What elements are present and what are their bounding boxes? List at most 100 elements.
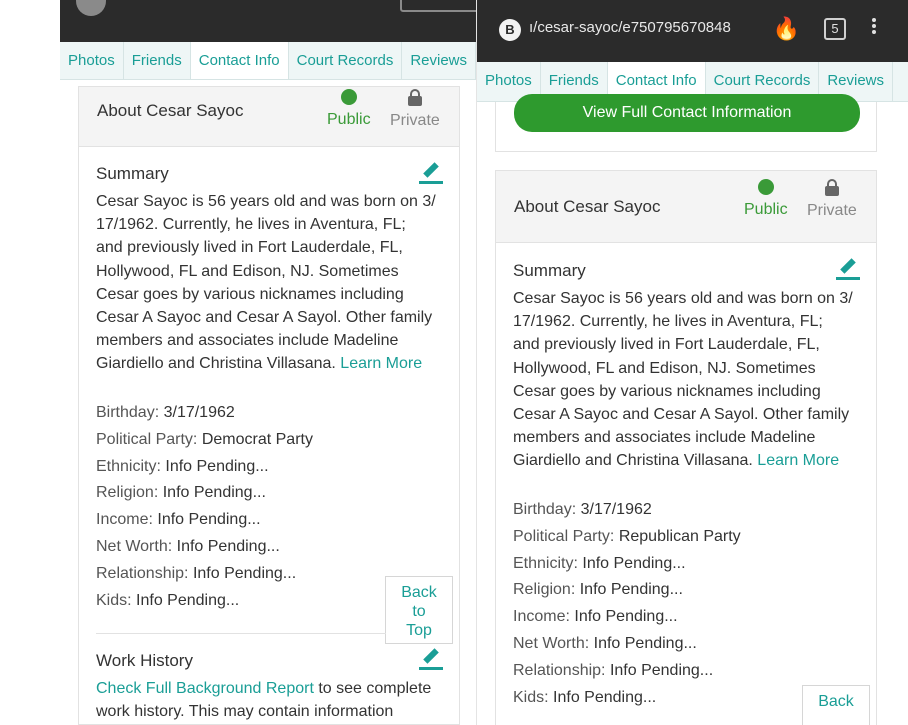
summary-line: Cesar A Sayoc and Cesar A Sayol. Other f… bbox=[513, 406, 850, 424]
summary-title: Summary bbox=[513, 261, 586, 280]
public-toggle[interactable]: Public bbox=[744, 179, 788, 219]
fact-label: Political Party: bbox=[513, 527, 615, 545]
summary-line: Cesar goes by various nicknames includin… bbox=[513, 382, 821, 400]
private-label: Private bbox=[390, 112, 440, 129]
globe-icon bbox=[327, 89, 371, 109]
fact-value: Info Pending... bbox=[192, 564, 297, 582]
public-toggle[interactable]: Public bbox=[327, 89, 371, 129]
summary-line: and previously lived in Fort Lauderdale,… bbox=[96, 239, 403, 257]
fact-row: Income: Info Pending... bbox=[513, 604, 741, 631]
tab-photos[interactable]: Photos bbox=[60, 42, 124, 79]
fact-label: Income: bbox=[96, 511, 153, 529]
view-contact-button[interactable]: View Full Contact Information bbox=[514, 94, 860, 132]
fact-value: Info Pending... bbox=[162, 484, 266, 502]
about-header: About Cesar Sayoc Public Private bbox=[496, 171, 876, 243]
lock-icon bbox=[390, 89, 440, 110]
fact-value: Info Pending... bbox=[582, 554, 686, 572]
tab-contact-info[interactable]: Contact Info bbox=[190, 42, 289, 79]
summary-line: Cesar Sayoc is 56 years old and was born… bbox=[513, 290, 853, 307]
fact-label: Religion: bbox=[96, 484, 159, 502]
tab-court-records[interactable]: Court Records bbox=[288, 42, 403, 79]
left-about-panel: About Cesar Sayoc Public Private Summary… bbox=[78, 86, 460, 725]
work-text: to see complete bbox=[313, 680, 432, 697]
summary-title: Summary bbox=[96, 164, 169, 183]
fact-row: Religion: Info Pending... bbox=[96, 480, 313, 507]
work-text-line2: work history. This may contain informati… bbox=[96, 703, 394, 721]
fact-row: Income: Info Pending... bbox=[96, 507, 313, 534]
back-to-top-button[interactable]: Back bbox=[802, 685, 870, 725]
fact-row: Birthday: 3/17/1962 bbox=[513, 497, 741, 524]
fact-label: Ethnicity: bbox=[96, 457, 161, 475]
url-text[interactable]: ı/cesar-sayoc/e750795670848 bbox=[529, 19, 731, 36]
private-toggle[interactable]: Private bbox=[807, 179, 857, 220]
tab-friends[interactable]: Friends bbox=[123, 42, 191, 79]
left-browser-toolbar bbox=[60, 0, 476, 42]
tab-reviews[interactable]: Reviews bbox=[402, 42, 476, 79]
fact-value: Info Pending... bbox=[157, 511, 261, 529]
learn-more-link[interactable]: Learn More bbox=[757, 452, 839, 469]
summary-line: Cesar goes by various nicknames includin… bbox=[96, 285, 404, 303]
fact-label: Kids: bbox=[96, 591, 132, 609]
fact-label: Relationship: bbox=[513, 661, 606, 679]
summary-text: Cesar Sayoc is 56 years old and was born… bbox=[96, 190, 456, 376]
left-screenshot: Photos Friends Contact Info Court Records Re… bbox=[0, 0, 476, 725]
fact-row: Net Worth: Info Pending... bbox=[96, 534, 313, 561]
fact-value: Democrat Party bbox=[201, 430, 313, 448]
private-toggle[interactable]: Private bbox=[390, 89, 440, 130]
fact-value: Republican Party bbox=[618, 527, 741, 545]
fact-label: Relationship: bbox=[96, 564, 189, 582]
facts-list: Birthday: 3/17/1962 Political Party: Demo… bbox=[96, 400, 313, 614]
fact-value: Info Pending... bbox=[579, 581, 683, 599]
tabs-icon[interactable]: 5 bbox=[824, 18, 846, 40]
fact-row: Birthday: 3/17/1962 bbox=[96, 400, 313, 427]
fact-value: Info Pending... bbox=[593, 634, 697, 652]
top-label: Top bbox=[406, 622, 432, 639]
pencil-icon[interactable] bbox=[419, 161, 443, 185]
brave-icon[interactable]: B bbox=[499, 19, 521, 41]
pencil-icon[interactable] bbox=[419, 647, 443, 671]
public-label: Public bbox=[744, 201, 788, 218]
fact-value: 3/17/1962 bbox=[163, 404, 235, 421]
fact-row: Religion: Info Pending... bbox=[513, 577, 741, 604]
summary-line: Giardiello and Christina Villasana. bbox=[96, 355, 336, 373]
fact-label: Net Worth: bbox=[96, 537, 173, 555]
fact-row: Relationship: Info Pending... bbox=[96, 561, 313, 588]
work-history-title: Work History bbox=[96, 651, 193, 670]
to-label: to bbox=[412, 603, 426, 620]
fact-label: Birthday: bbox=[96, 404, 160, 421]
work-history-text: Check Full Background Report to see comp… bbox=[96, 677, 456, 723]
summary-line: members and associates include Madeline bbox=[513, 429, 816, 447]
fact-row: Relationship: Info Pending... bbox=[513, 658, 741, 685]
fact-label: Religion: bbox=[513, 581, 576, 599]
fact-row: Kids: Info Pending... bbox=[96, 588, 313, 615]
divider bbox=[96, 633, 386, 634]
right-screenshot: B ı/cesar-sayoc/e750795670848 🔥 5 Photos… bbox=[476, 0, 908, 725]
fact-value: Info Pending... bbox=[136, 591, 240, 609]
menu-icon[interactable] bbox=[872, 16, 878, 36]
fact-row: Ethnicity: Info Pending... bbox=[513, 551, 741, 578]
summary-line: Cesar A Sayoc and Cesar A Sayol. Other f… bbox=[96, 309, 433, 327]
about-title: About Cesar Sayoc bbox=[97, 101, 244, 120]
summary-line: Hollywood, FL and Edison, NJ. Sometimes bbox=[96, 262, 399, 280]
fact-row: Kids: Info Pending... bbox=[513, 685, 741, 712]
fact-row: Ethnicity: Info Pending... bbox=[96, 454, 313, 481]
contact-panel: View Full Contact Information bbox=[495, 94, 877, 152]
fact-value: Info Pending... bbox=[553, 688, 657, 706]
fact-label: Ethnicity: bbox=[513, 554, 578, 572]
summary-text: Cesar Sayoc is 56 years old and was born… bbox=[513, 287, 875, 473]
learn-more-link[interactable]: Learn More bbox=[340, 355, 422, 372]
summary-line: 17/1962. Currently, he lives in Aventura… bbox=[96, 216, 406, 234]
fact-row: Political Party: Republican Party bbox=[513, 524, 741, 551]
fact-label: Political Party: bbox=[96, 430, 198, 448]
about-title: About Cesar Sayoc bbox=[514, 197, 661, 216]
right-about-panel: About Cesar Sayoc Public Private Summary… bbox=[495, 170, 877, 725]
full-report-link[interactable]: Check Full Background Report bbox=[96, 680, 314, 697]
summary-line: Cesar Sayoc is 56 years old and was born… bbox=[96, 193, 436, 210]
fact-value: Info Pending... bbox=[176, 537, 280, 555]
fact-label: Income: bbox=[513, 608, 570, 626]
summary-line: and previously lived in Fort Lauderdale,… bbox=[513, 336, 820, 354]
flame-icon[interactable]: 🔥 bbox=[773, 16, 800, 42]
fact-label: Birthday: bbox=[513, 501, 577, 518]
pencil-icon[interactable] bbox=[836, 257, 860, 281]
back-to-top-button[interactable]: Back to Top bbox=[385, 576, 453, 644]
